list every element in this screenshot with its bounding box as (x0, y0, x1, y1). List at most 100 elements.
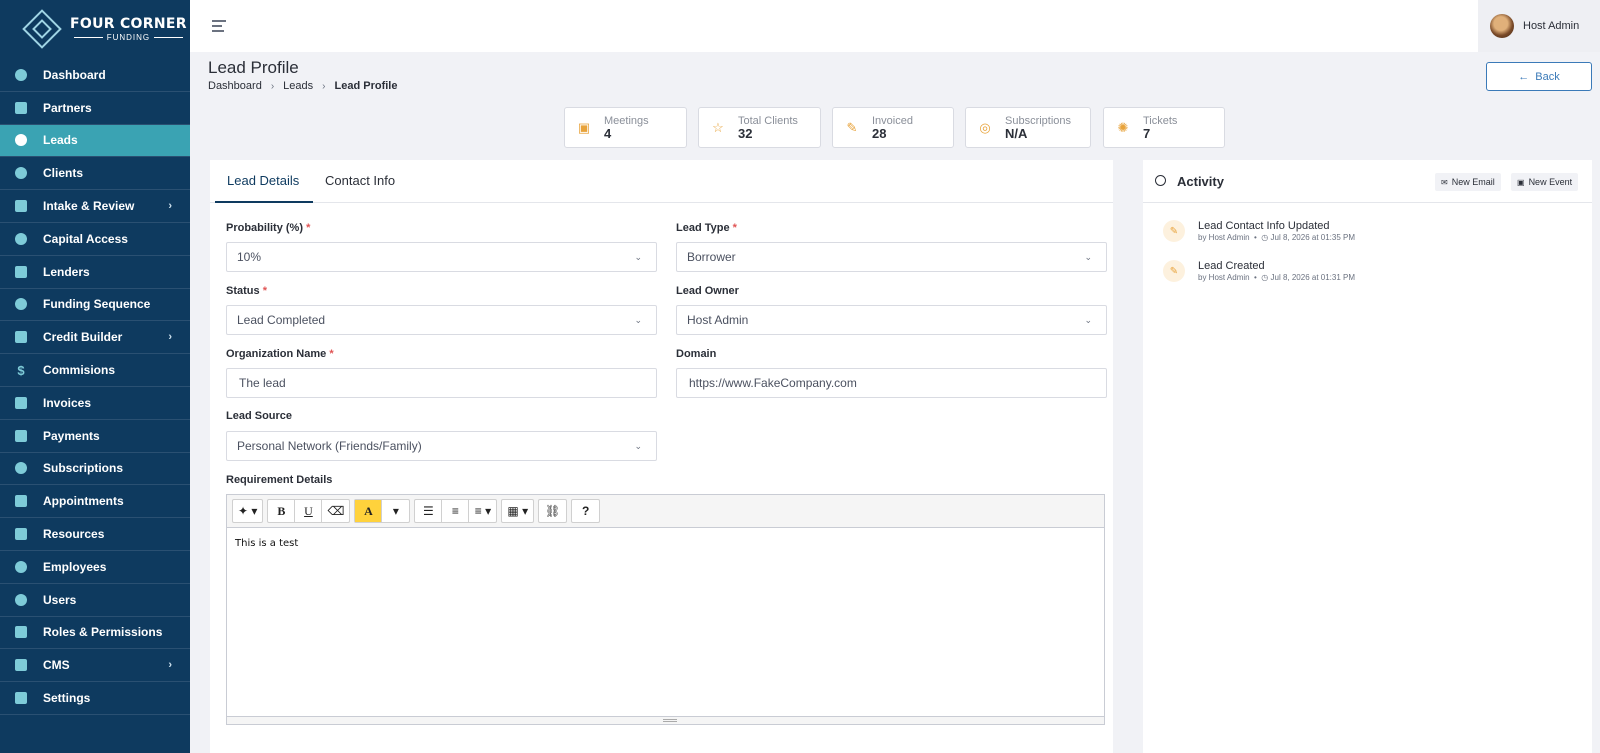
clipboard-icon (14, 199, 28, 213)
calendar-icon: ▣ (1517, 177, 1525, 187)
menu-toggle-icon[interactable] (212, 20, 226, 35)
lead-source-select[interactable]: Personal Network (Friends/Family) ⌄ (226, 431, 657, 461)
avatar (1490, 14, 1514, 38)
lead-owner-label: Lead Owner (676, 285, 739, 297)
users-icon (14, 166, 28, 180)
bold-icon[interactable]: B (268, 500, 296, 522)
sidebar-item-intake-review[interactable]: Intake & Review › (0, 190, 190, 223)
calendar-icon: ▣ (577, 119, 591, 135)
sidebar-item-payments[interactable]: Payments (0, 420, 190, 453)
text-color-icon[interactable]: A (355, 500, 383, 522)
chevron-down-icon: ⌄ (634, 441, 642, 451)
color-dropdown-icon[interactable]: ▾ (382, 500, 409, 522)
numbered-list-icon[interactable]: ≡ (442, 500, 470, 522)
lead-type-select[interactable]: Borrower ⌄ (676, 242, 1107, 272)
sidebar-item-roles-permissions[interactable]: Roles & Permissions (0, 617, 190, 650)
history-icon (1155, 175, 1166, 186)
chevron-down-icon: ⌄ (634, 315, 642, 325)
building-icon (14, 330, 28, 344)
domain-label: Domain (676, 348, 717, 360)
bullet-list-icon[interactable]: ☰ (415, 500, 443, 522)
chevron-down-icon: ⌄ (634, 252, 642, 262)
brand-title: FOUR CORNER (70, 15, 187, 32)
mail-icon: ✉ (1441, 177, 1448, 187)
gear-icon (14, 691, 28, 705)
status-label: Status (226, 285, 260, 297)
chevron-right-icon: › (168, 200, 172, 213)
table-icon[interactable]: ▦ ▾ (502, 500, 533, 522)
probability-select[interactable]: 10% ⌄ (226, 242, 657, 272)
organization-name-input[interactable]: The lead (226, 368, 657, 398)
page-title: Lead Profile (208, 58, 299, 77)
help-icon[interactable]: ? (572, 500, 599, 522)
link-icon[interactable]: ⛓ (539, 500, 566, 522)
align-icon[interactable]: ≡ ▾ (469, 500, 496, 522)
chevron-right-icon: › (168, 659, 172, 672)
breadcrumb-leads[interactable]: Leads (283, 80, 313, 92)
stat-meetings: ▣ Meetings 4 (564, 107, 687, 148)
sidebar-nav: Dashboard Partners Leads Clients Intake … (0, 59, 190, 715)
dashboard-icon (14, 68, 28, 82)
activity-item: ✎ Lead Contact Info Updated by Host Admi… (1163, 220, 1355, 242)
active-tab-indicator (215, 201, 313, 203)
sidebar-item-credit-builder[interactable]: Credit Builder › (0, 321, 190, 355)
sidebar-item-employees[interactable]: Employees (0, 551, 190, 584)
topbar: Host Admin (190, 0, 1600, 52)
editor-content[interactable]: This is a test (227, 528, 1104, 559)
sidebar-item-partners[interactable]: Partners (0, 92, 190, 125)
lead-source-label: Lead Source (226, 410, 293, 422)
coin-icon (14, 297, 28, 311)
sidebar-item-invoices[interactable]: Invoices (0, 387, 190, 420)
new-email-button[interactable]: ✉ New Email (1435, 173, 1501, 191)
breadcrumb-dashboard[interactable]: Dashboard (208, 80, 262, 92)
sidebar-item-resources[interactable]: Resources (0, 518, 190, 551)
brand-logo[interactable]: FOUR CORNER FUNDING (0, 0, 190, 58)
chevron-right-icon: › (322, 80, 326, 92)
clock-icon: ◷ (1261, 233, 1269, 242)
folder-icon (14, 527, 28, 541)
tab-lead-details[interactable]: Lead Details (227, 173, 299, 188)
handshake-icon (14, 101, 28, 115)
user-menu[interactable]: Host Admin (1478, 0, 1600, 52)
user-name: Host Admin (1523, 20, 1580, 32)
eraser-icon[interactable]: ⌫ (322, 500, 349, 522)
note-icon: ✎ (1163, 260, 1185, 282)
requirement-details-editor[interactable]: ✦ ▾ B U ⌫ A ▾ ☰ ≡ ≡ ▾ ▦ ▾ ⛓ ? This is a … (226, 494, 1105, 725)
lead-owner-select[interactable]: Host Admin ⌄ (676, 305, 1107, 335)
sidebar-item-lenders[interactable]: Lenders (0, 256, 190, 289)
activity-item: ✎ Lead Created by Host Admin • ◷ Jul 8, … (1163, 260, 1355, 282)
underline-icon[interactable]: U (295, 500, 323, 522)
sidebar-item-commisions[interactable]: $ Commisions (0, 354, 190, 387)
sidebar-item-dashboard[interactable]: Dashboard (0, 59, 190, 92)
sidebar-item-settings[interactable]: Settings (0, 682, 190, 715)
editor-resize-handle[interactable] (227, 716, 1104, 724)
probability-label: Probability (%) (226, 222, 304, 234)
check-circle-icon (14, 232, 28, 246)
activity-title: Activity (1177, 174, 1224, 189)
sidebar-item-leads[interactable]: Leads (0, 124, 190, 158)
user-icon (14, 593, 28, 607)
clock-icon: ◷ (1261, 273, 1269, 282)
status-select[interactable]: Lead Completed ⌄ (226, 305, 657, 335)
domain-input[interactable]: https://www.FakeCompany.com (676, 368, 1107, 398)
sidebar-item-capital-access[interactable]: Capital Access (0, 223, 190, 256)
sidebar-item-users[interactable]: Users (0, 584, 190, 617)
brand-diamond-icon (20, 7, 64, 51)
sidebar-item-clients[interactable]: Clients (0, 157, 190, 191)
dollar-icon: $ (17, 362, 25, 378)
sidebar-item-appointments[interactable]: Appointments (0, 485, 190, 519)
sidebar-item-subscriptions[interactable]: Subscriptions (0, 453, 190, 486)
stat-subscriptions: ◎ Subscriptions N/A (965, 107, 1091, 148)
invoice-icon (14, 396, 28, 410)
new-event-button[interactable]: ▣ New Event (1511, 173, 1579, 191)
stat-tickets: ✺ Tickets 7 (1103, 107, 1225, 148)
sidebar: FOUR CORNER FUNDING Dashboard Partners L… (0, 0, 190, 753)
sidebar-item-funding-sequence[interactable]: Funding Sequence (0, 289, 190, 322)
tab-contact-info[interactable]: Contact Info (325, 173, 395, 188)
magic-style-icon[interactable]: ✦ ▾ (233, 500, 262, 522)
requirement-details-label: Requirement Details (226, 474, 333, 486)
refresh-icon (14, 461, 28, 475)
back-button[interactable]: ← Back (1486, 62, 1592, 91)
sidebar-item-cms[interactable]: CMS › (0, 649, 190, 683)
lead-type-label: Lead Type (676, 222, 730, 234)
